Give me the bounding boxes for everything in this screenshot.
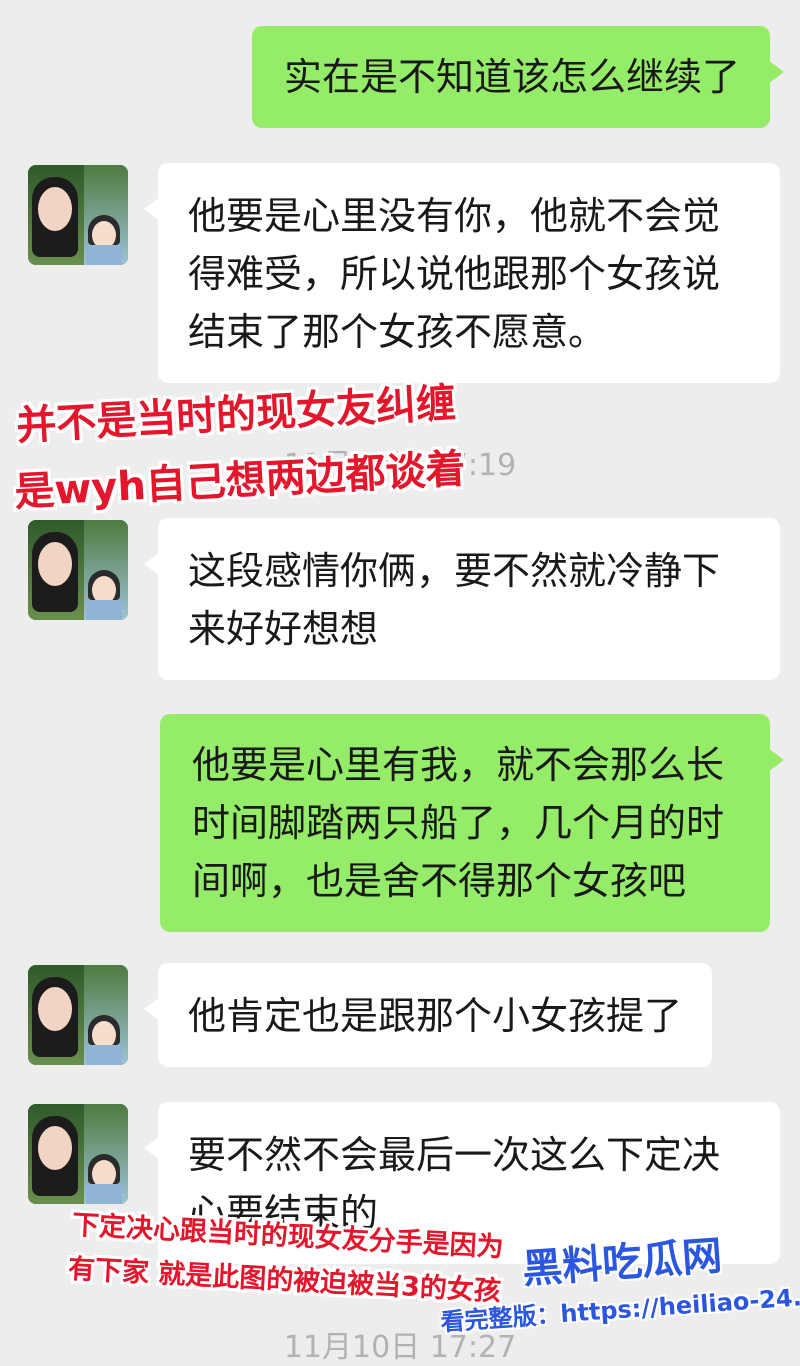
chat-timestamp: 11月10日 17:27 xyxy=(283,1330,517,1365)
message-sent-4[interactable]: 他要是心里有我，就不会那么长 时间脚踏两只船了，几个月的时 间啊，也是舍不得那个… xyxy=(160,714,784,932)
message-line: 来好好想想 xyxy=(188,607,379,651)
message-line: 他要是心里没有你，他就不会觉 xyxy=(188,194,721,238)
message-line: 间啊，也是舍不得那个女孩吧 xyxy=(192,859,687,903)
message-line: 得难受，所以说他跟那个女孩说 xyxy=(188,252,721,296)
message-line: 时间脚踏两只船了，几个月的时 xyxy=(192,801,725,845)
message-line: 要不然不会最后一次这么下定决 xyxy=(188,1133,721,1177)
contact-avatar[interactable] xyxy=(28,965,128,1065)
message-received-2[interactable]: 他要是心里没有你，他就不会觉 得难受，所以说他跟那个女孩说 结束了那个女孩不愿意… xyxy=(144,163,780,383)
contact-avatar[interactable] xyxy=(28,165,128,265)
message-sent-1[interactable]: 实在是不知道该怎么继续了 xyxy=(251,26,785,128)
message-line: 结束了那个女孩不愿意。 xyxy=(188,310,607,354)
contact-avatar[interactable] xyxy=(28,1104,128,1204)
message-line: 他要是心里有我，就不会那么长 xyxy=(192,743,725,787)
message-line: 这段感情你俩，要不然就冷静下 xyxy=(188,549,721,593)
message-text: 他肯定也是跟那个小女孩提了 xyxy=(188,994,683,1038)
message-text: 实在是不知道该怎么继续了 xyxy=(283,55,740,99)
contact-avatar[interactable] xyxy=(28,520,128,620)
message-received-5[interactable]: 他肯定也是跟那个小女孩提了 xyxy=(143,963,713,1067)
message-received-3[interactable]: 这段感情你俩，要不然就冷静下 来好好想想 xyxy=(144,518,780,680)
